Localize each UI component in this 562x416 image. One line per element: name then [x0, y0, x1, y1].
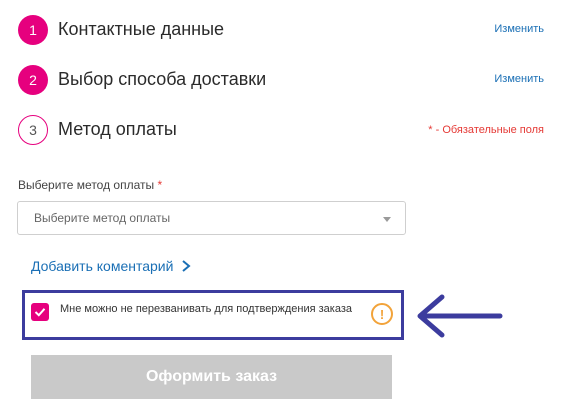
required-asterisk: * — [157, 178, 163, 192]
checkmark-icon — [34, 308, 46, 317]
payment-method-label-text: Выберите метод оплаты — [18, 178, 155, 192]
payment-method-select[interactable]: Выберите метод оплаты — [17, 201, 406, 235]
edit-delivery-method-link[interactable]: Изменить — [494, 73, 544, 85]
warning-info-icon[interactable]: ! — [371, 303, 393, 325]
payment-method-label: Выберите метод оплаты * — [18, 178, 162, 192]
step-title-payment-method: Метод оплаты — [58, 119, 177, 139]
step-title-contact-data: Контактные данные — [58, 19, 225, 39]
chevron-right-icon — [182, 260, 192, 272]
step-number-1: 1 — [18, 15, 48, 45]
step-title-delivery-method: Выбор способа доставки — [58, 69, 267, 89]
no-callback-label: Мне можно не перезванивать для подтвержд… — [60, 303, 353, 315]
payment-method-select-value: Выберите метод оплаты — [34, 211, 171, 225]
place-order-button[interactable]: Оформить заказ — [31, 355, 392, 399]
caret-down-icon — [383, 217, 391, 222]
edit-contact-data-link[interactable]: Изменить — [494, 23, 544, 35]
no-callback-checkbox[interactable] — [31, 303, 49, 321]
add-comment-link[interactable]: Добавить коментарий — [31, 258, 192, 274]
add-comment-label: Добавить коментарий — [31, 258, 174, 274]
arrow-left-icon — [417, 294, 503, 338]
step-delivery-method: 2 Выбор способа доставки Изменить — [18, 65, 548, 95]
required-fields-note: * - Обязательные поля — [428, 124, 544, 136]
step-payment-method: 3 Метод оплаты * - Обязательные поля — [18, 115, 548, 145]
step-contact-data: 1 Контактные данные Изменить — [18, 15, 548, 45]
step-number-2: 2 — [18, 65, 48, 95]
step-number-3: 3 — [18, 115, 48, 145]
